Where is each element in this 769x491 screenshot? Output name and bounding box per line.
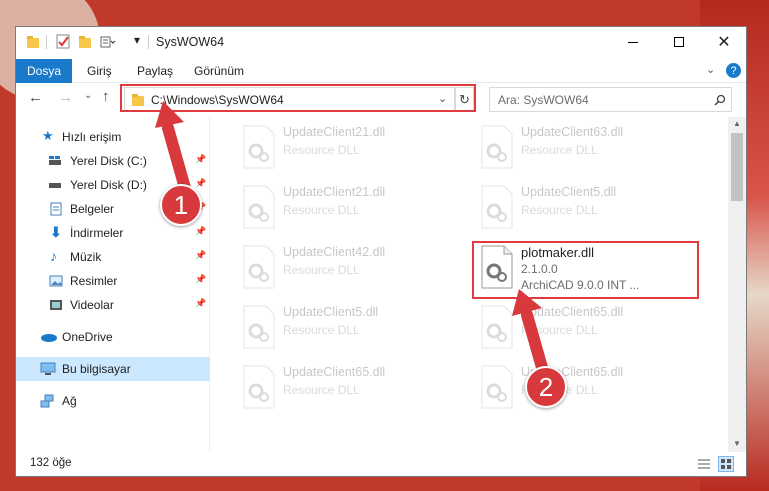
step-2-badge: 2 [525,366,567,408]
annotation-arrows [155,101,551,384]
step-1-badge: 1 [160,184,202,226]
